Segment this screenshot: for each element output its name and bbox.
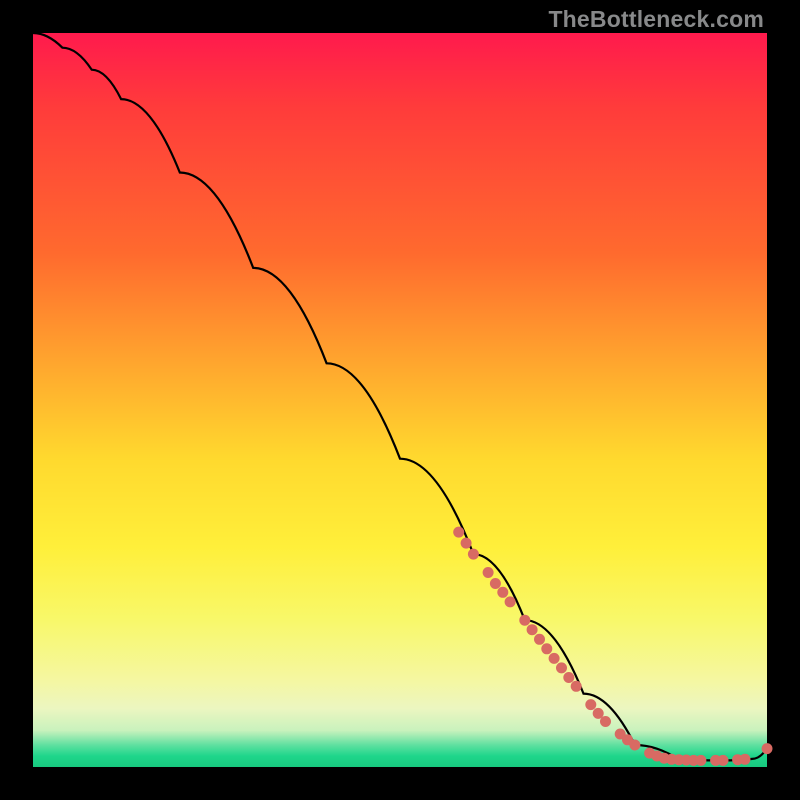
marker-dot [762, 743, 773, 754]
marker-dot [505, 596, 516, 607]
marker-dot [740, 754, 751, 765]
marker-dot [718, 755, 729, 766]
marker-dot [600, 716, 611, 727]
marker-dot [519, 615, 530, 626]
marker-dot [483, 567, 494, 578]
marker-dot [468, 549, 479, 560]
chart-svg [33, 33, 767, 767]
marker-dot [453, 527, 464, 538]
marker-dot [549, 653, 560, 664]
marker-dot [563, 672, 574, 683]
marker-dot [556, 662, 567, 673]
marker-dot [541, 643, 552, 654]
curve-path [33, 33, 767, 760]
marker-group [453, 527, 772, 766]
marker-dot [695, 755, 706, 766]
marker-dot [490, 578, 501, 589]
watermark-label: TheBottleneck.com [548, 6, 764, 33]
marker-dot [534, 634, 545, 645]
chart-canvas: TheBottleneck.com [0, 0, 800, 800]
marker-dot [527, 624, 538, 635]
marker-dot [585, 699, 596, 710]
marker-dot [497, 587, 508, 598]
marker-dot [629, 740, 640, 751]
marker-dot [461, 538, 472, 549]
marker-dot [571, 681, 582, 692]
